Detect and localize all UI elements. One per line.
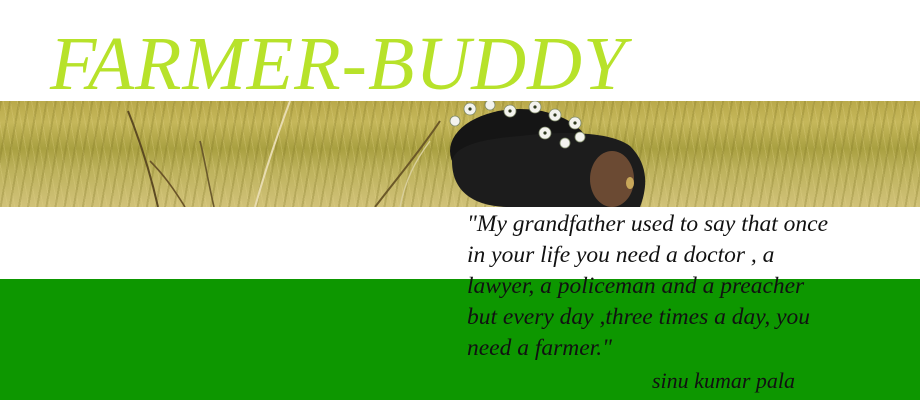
site-title: FARMER-BUDDY	[50, 22, 627, 106]
farmer-quote: "My grandfather used to say that once in…	[467, 211, 829, 361]
banner: FARMER-BUDDY "My grandfather used to say…	[0, 0, 920, 400]
quote-author: sinu kumar pala	[652, 368, 795, 393]
field-photo	[0, 101, 920, 207]
woman-with-flowers-in-hair-in-field-icon	[127, 101, 646, 207]
